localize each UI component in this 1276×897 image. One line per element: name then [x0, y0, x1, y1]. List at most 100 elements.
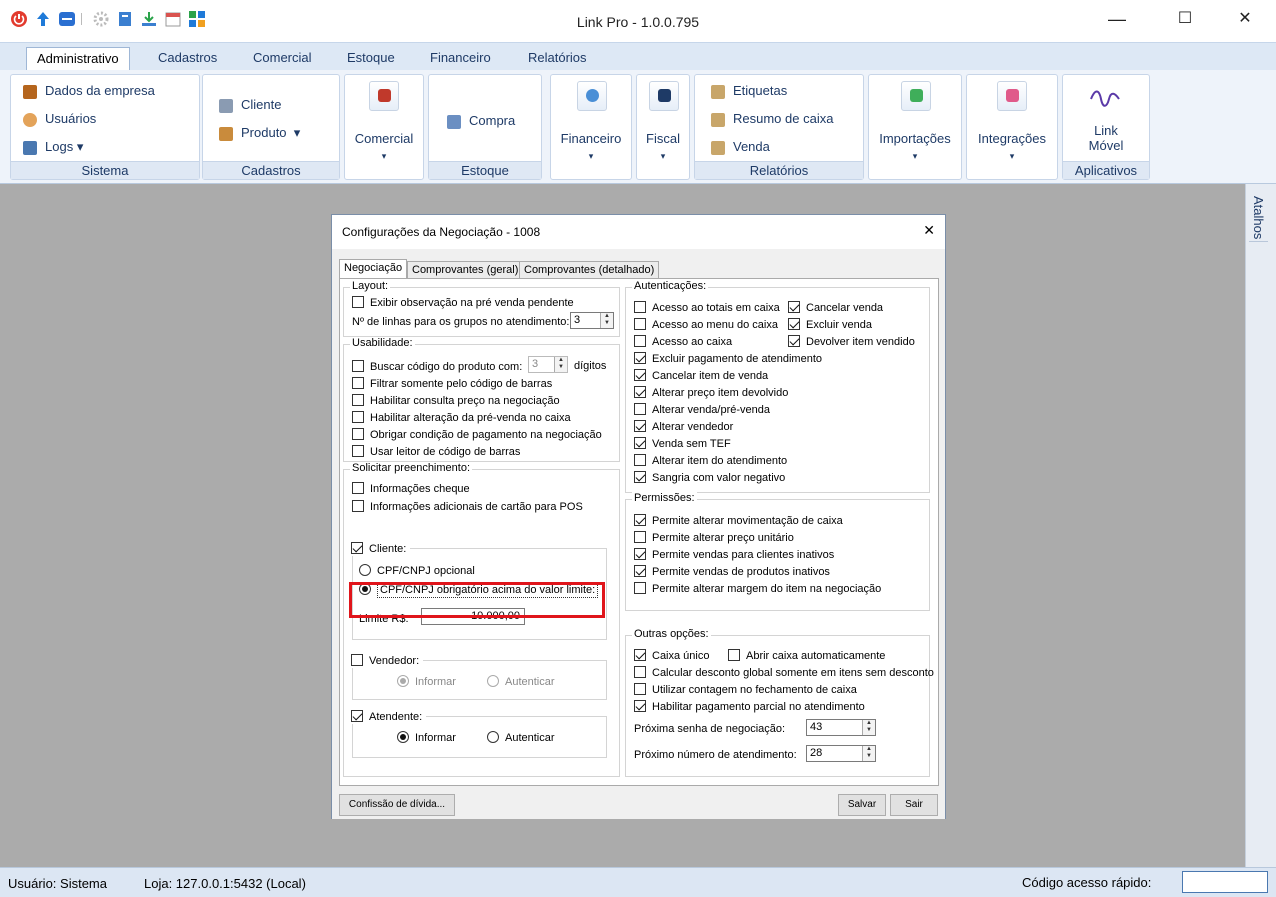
- auth-checkbox[interactable]: Devolver item vendido: [788, 335, 915, 349]
- group-comercial[interactable]: Comercial ▾: [344, 74, 424, 180]
- chevron-down-icon: ▾: [381, 151, 387, 161]
- auth-checkbox[interactable]: Cancelar item de venda: [634, 369, 768, 383]
- report-icon: [711, 112, 725, 127]
- group-importacoes[interactable]: Importações ▾: [868, 74, 962, 180]
- calcular-desconto-checkbox[interactable]: Calcular desconto global somente em iten…: [634, 666, 934, 680]
- chevron-down-icon: ▾: [660, 151, 666, 161]
- group-title: Autenticações:: [632, 280, 709, 292]
- tab-estoque[interactable]: Estoque: [337, 47, 405, 71]
- usuarios-button[interactable]: Usuários: [23, 111, 96, 127]
- comercial-button[interactable]: Comercial: [345, 131, 423, 146]
- status-usuario: Usuário: Sistema: [8, 876, 107, 891]
- caixa-unico-checkbox[interactable]: Caixa único: [634, 649, 709, 663]
- salvar-button[interactable]: Salvar: [838, 794, 886, 816]
- atendente-autenticar-radio[interactable]: Autenticar: [487, 731, 555, 745]
- group-label: Aplicativos: [1063, 161, 1149, 179]
- alteracao-pre-venda-checkbox[interactable]: Habilitar alteração da pré-venda no caix…: [352, 411, 571, 425]
- minimize-button[interactable]: —: [1094, 2, 1140, 36]
- tab-financeiro[interactable]: Financeiro: [420, 47, 501, 71]
- group-title: Permissões:: [632, 492, 697, 504]
- linhas-spinner[interactable]: 3 ▲ ▼: [570, 312, 614, 329]
- permissao-checkbox[interactable]: Permite alterar preço unitário: [634, 531, 794, 545]
- auth-checkbox[interactable]: Alterar vendedor: [634, 420, 733, 434]
- auth-checkbox[interactable]: Alterar venda/pré-venda: [634, 403, 770, 417]
- produto-button[interactable]: Produto ▾: [219, 125, 300, 141]
- tab-administrativo[interactable]: Administrativo: [26, 47, 130, 71]
- spinner-arrows-icon[interactable]: ▲ ▼: [862, 746, 875, 761]
- buscar-digitos-spinner[interactable]: 3 ▲ ▼: [528, 356, 568, 373]
- tab-comprovantes-geral[interactable]: Comprovantes (geral): [407, 261, 524, 279]
- vendedor-informar-radio[interactable]: Informar: [397, 675, 456, 689]
- etiquetas-button[interactable]: Etiquetas: [711, 83, 787, 99]
- vendedor-autenticar-radio[interactable]: Autenticar: [487, 675, 555, 689]
- tab-negociacao[interactable]: Negociação: [339, 259, 408, 279]
- informacoes-cheque-checkbox[interactable]: Informações cheque: [352, 482, 470, 496]
- spinner-arrows-icon[interactable]: ▲ ▼: [862, 720, 875, 735]
- atendente-informar-radio[interactable]: Informar: [397, 731, 456, 745]
- auth-checkbox[interactable]: Acesso ao menu do caixa: [634, 318, 778, 332]
- permissao-checkbox[interactable]: Permite alterar movimentação de caixa: [634, 514, 843, 528]
- compra-button[interactable]: Compra: [447, 113, 515, 129]
- vendedor-checkbox[interactable]: Vendedor:: [351, 654, 424, 668]
- logs-button[interactable]: Logs ▾: [23, 139, 83, 155]
- numero-spinner[interactable]: 28 ▲ ▼: [806, 745, 876, 762]
- exibir-obs-checkbox[interactable]: Exibir observação na pré venda pendente: [352, 296, 574, 310]
- group-layout: Layout: Exibir observação na pré venda p…: [343, 280, 620, 337]
- link-movel-button[interactable]: Link Móvel: [1063, 123, 1149, 153]
- maximize-button[interactable]: ☐: [1162, 2, 1208, 36]
- chevron-down-icon: ▾: [588, 151, 594, 161]
- group-financeiro[interactable]: Financeiro ▾: [550, 74, 632, 180]
- dados-empresa-button[interactable]: Dados da empresa: [23, 83, 155, 99]
- group-fiscal[interactable]: Fiscal ▾: [636, 74, 690, 180]
- auth-checkbox[interactable]: Cancelar venda: [788, 301, 883, 315]
- sair-button[interactable]: Sair: [890, 794, 938, 816]
- close-button[interactable]: ✕: [1222, 2, 1268, 36]
- permissao-checkbox[interactable]: Permite vendas para clientes inativos: [634, 548, 834, 562]
- group-integracoes[interactable]: Integrações ▾: [966, 74, 1058, 180]
- digitos-label: dígitos: [574, 360, 607, 372]
- auth-checkbox[interactable]: Alterar preço item devolvido: [634, 386, 788, 400]
- informacoes-cartao-checkbox[interactable]: Informações adicionais de cartão para PO…: [352, 500, 583, 514]
- group-relatorios: Etiquetas Resumo de caixa Venda Relatóri…: [694, 74, 864, 180]
- senha-spinner[interactable]: 43 ▲ ▼: [806, 719, 876, 736]
- spinner-arrows-icon[interactable]: ▲ ▼: [600, 313, 613, 328]
- buscar-codigo-checkbox[interactable]: Buscar código do produto com:: [352, 360, 522, 374]
- auth-checkbox[interactable]: Excluir pagamento de atendimento: [634, 352, 822, 366]
- auth-checkbox[interactable]: Alterar item do atendimento: [634, 454, 787, 468]
- resumo-caixa-button[interactable]: Resumo de caixa: [711, 111, 833, 127]
- permissao-checkbox[interactable]: Permite vendas de produtos inativos: [634, 565, 830, 579]
- cpf-opcional-radio[interactable]: CPF/CNPJ opcional: [359, 564, 475, 578]
- integracoes-button[interactable]: Integrações: [967, 131, 1057, 146]
- venda-report-button[interactable]: Venda: [711, 139, 770, 155]
- atalhos-tab[interactable]: Atalhos: [1249, 194, 1268, 243]
- permissao-checkbox[interactable]: Permite alterar margem do item na negoci…: [634, 582, 881, 596]
- tab-relatorios[interactable]: Relatórios: [518, 47, 597, 71]
- auth-checkbox[interactable]: Acesso ao caixa: [634, 335, 732, 349]
- dialog-close-button[interactable]: ✕: [923, 222, 935, 239]
- fiscal-button[interactable]: Fiscal: [637, 131, 689, 146]
- contagem-fechamento-checkbox[interactable]: Utilizar contagem no fechamento de caixa: [634, 683, 857, 697]
- cliente-checkbox[interactable]: Cliente:: [351, 542, 411, 556]
- financeiro-button[interactable]: Financeiro: [551, 131, 631, 146]
- group-autenticacoes: Autenticações: Acesso ao totais em caixa…: [625, 280, 930, 493]
- consulta-preco-checkbox[interactable]: Habilitar consulta preço na negociação: [352, 394, 560, 408]
- abrir-caixa-checkbox[interactable]: Abrir caixa automaticamente: [728, 649, 885, 663]
- spinner-arrows-icon[interactable]: ▲ ▼: [554, 357, 567, 372]
- tab-comercial[interactable]: Comercial: [243, 47, 322, 71]
- auth-checkbox[interactable]: Sangria com valor negativo: [634, 471, 785, 485]
- auth-checkbox[interactable]: Excluir venda: [788, 318, 872, 332]
- confissao-divida-button[interactable]: Confissão de dívida...: [339, 794, 455, 816]
- leitor-barras-checkbox[interactable]: Usar leitor de código de barras: [352, 445, 520, 459]
- auth-checkbox[interactable]: Venda sem TEF: [634, 437, 731, 451]
- auth-checkbox[interactable]: Acesso ao totais em caixa: [634, 301, 780, 315]
- codigo-input[interactable]: [1182, 871, 1268, 893]
- atendente-checkbox[interactable]: Atendente:: [351, 710, 427, 724]
- importacoes-button[interactable]: Importações: [869, 131, 961, 146]
- tab-comprovantes-detalhado[interactable]: Comprovantes (detalhado): [519, 261, 660, 279]
- tab-cadastros[interactable]: Cadastros: [148, 47, 227, 71]
- cliente-button[interactable]: Cliente: [219, 97, 281, 113]
- group-outras-opcoes: Outras opções: Caixa único Abrir caixa a…: [625, 628, 934, 777]
- pagamento-parcial-checkbox[interactable]: Habilitar pagamento parcial no atendimen…: [634, 700, 865, 714]
- obrigar-condicao-checkbox[interactable]: Obrigar condição de pagamento na negocia…: [352, 428, 602, 442]
- filtrar-barras-checkbox[interactable]: Filtrar somente pelo código de barras: [352, 377, 552, 391]
